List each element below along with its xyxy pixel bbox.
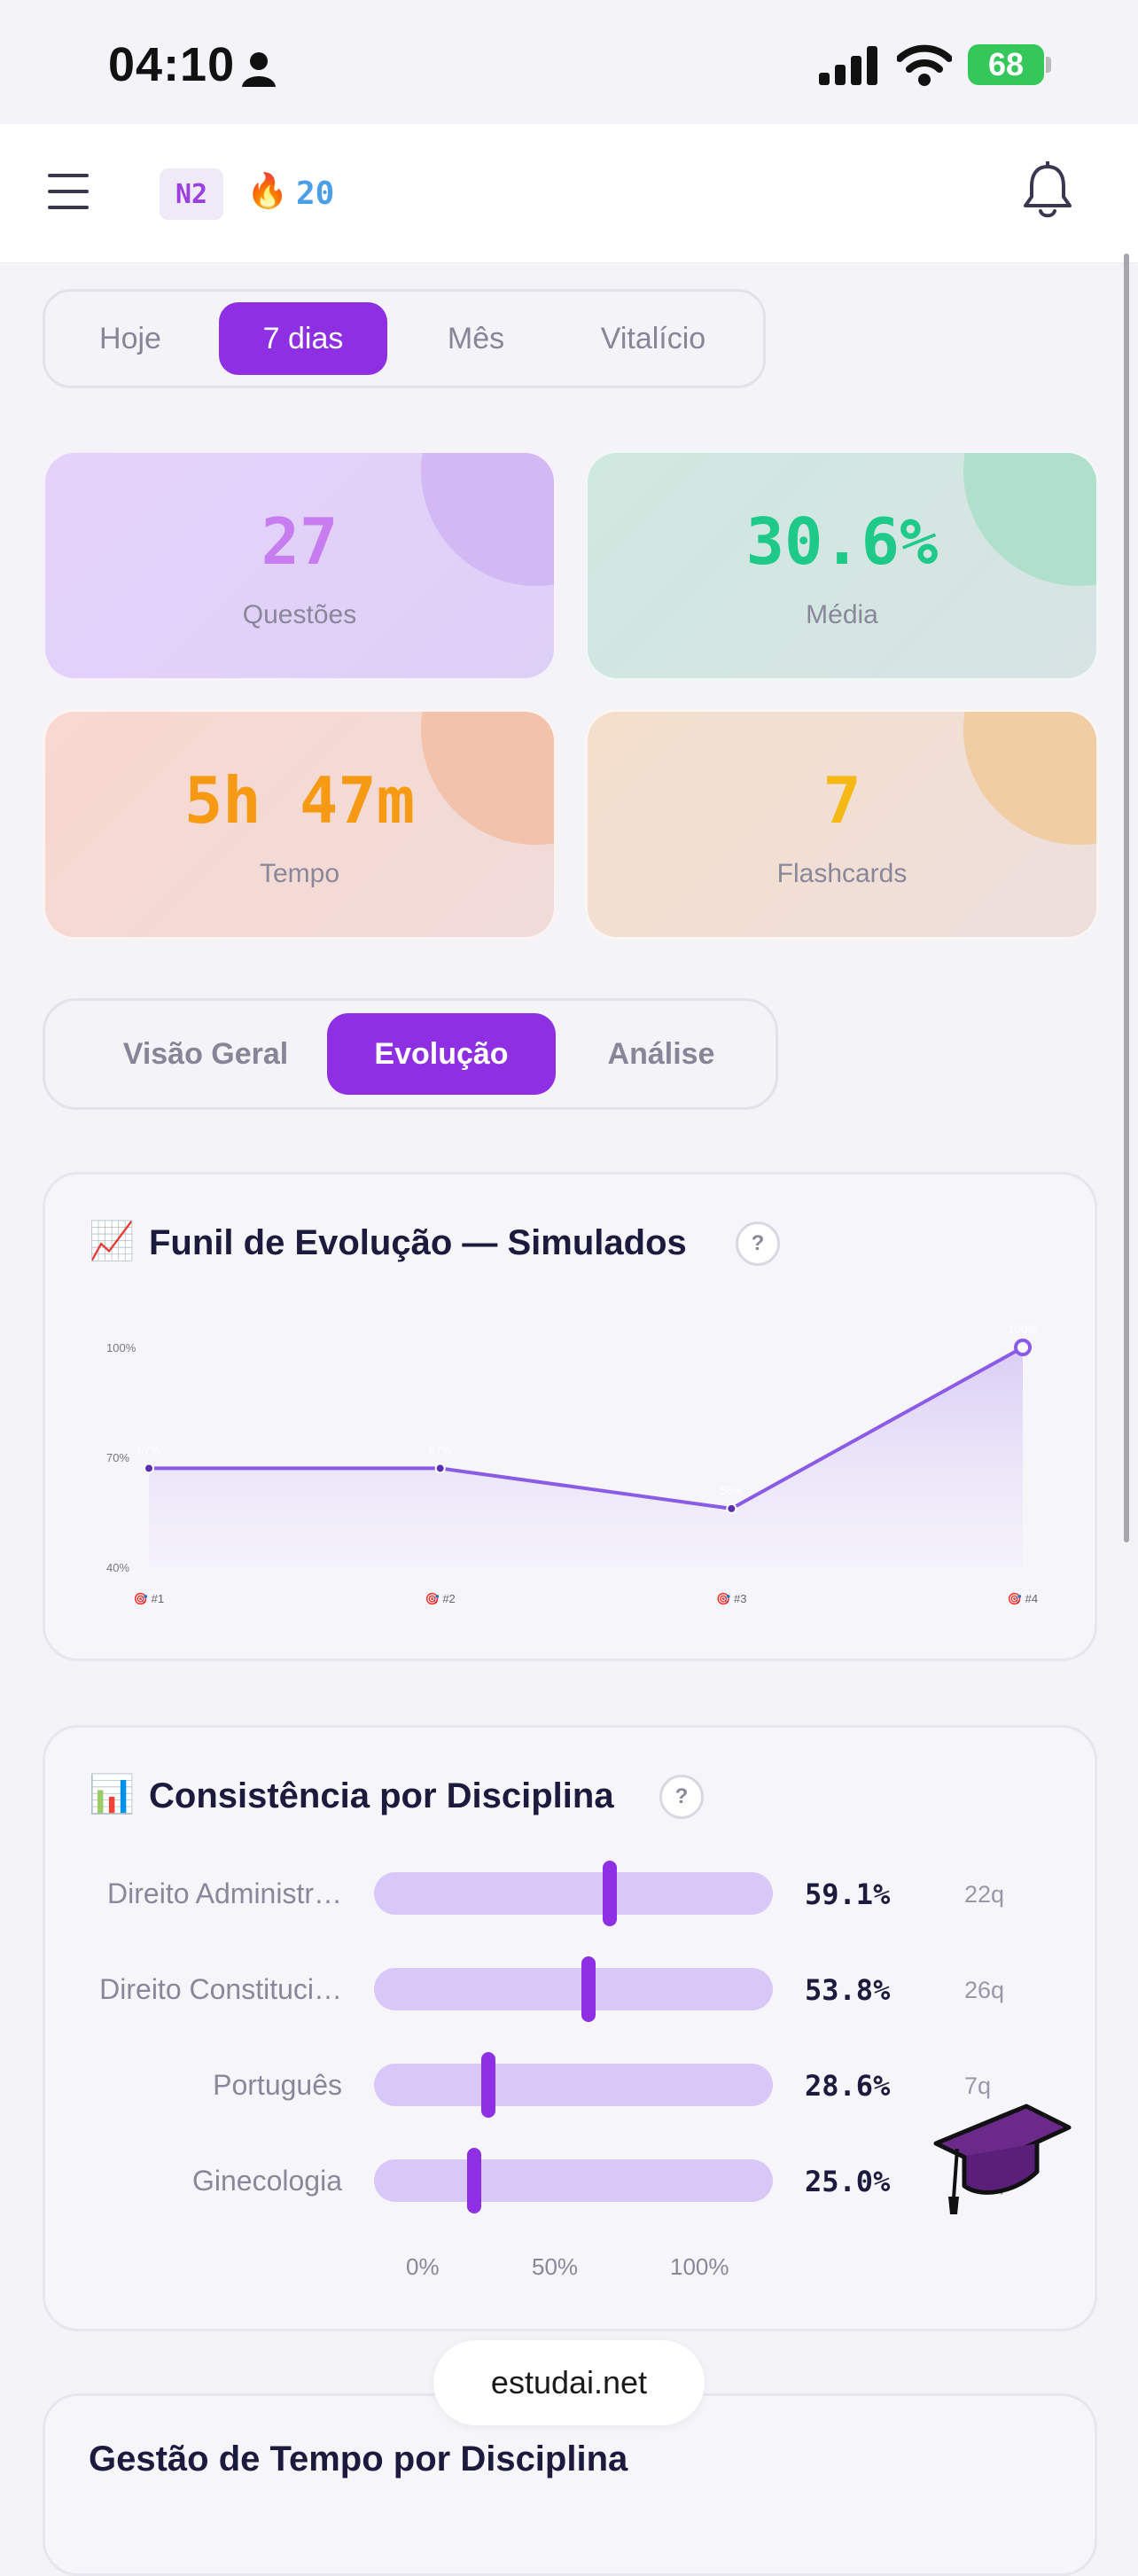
axis-label-50: 50% — [532, 2253, 579, 2280]
y-tick-label: 40% — [106, 1561, 129, 1574]
stat-card-questions: 27 Questões — [43, 450, 557, 681]
bell-icon[interactable] — [1021, 161, 1074, 220]
bar-chart-icon: 📊 — [89, 1773, 136, 1815]
axis-label-100: 100% — [670, 2253, 729, 2280]
consistency-title: Consistência por Disciplina — [149, 1776, 614, 1815]
consistency-percent: 25.0% — [805, 2165, 891, 2198]
discipline-label: Direito Constituci… — [99, 1973, 342, 2005]
data-label: 56% — [720, 1484, 743, 1497]
battery-cap — [1046, 57, 1051, 73]
stat-value: 7 — [822, 763, 861, 838]
stat-label: Média — [806, 600, 878, 629]
discipline-label: Direito Administr… — [107, 1877, 342, 1909]
signal-icon — [819, 46, 877, 85]
data-point — [1014, 1339, 1032, 1356]
question-count: 22q — [964, 1881, 1005, 1908]
chart-up-icon: 📈 — [89, 1220, 136, 1261]
y-tick-label: 70% — [106, 1451, 129, 1464]
tab-analise[interactable]: Análise — [568, 1013, 754, 1095]
status-time: 04:10 — [108, 38, 236, 91]
stat-card-average: 30.6% Média — [585, 450, 1099, 681]
tab-7-dias[interactable]: 7 dias — [219, 302, 387, 375]
person-icon — [242, 52, 276, 87]
stat-label: Questões — [242, 600, 357, 629]
time-management-title: Gestão de Tempo por Disciplina — [89, 2439, 628, 2478]
data-point — [434, 1463, 446, 1474]
consistency-track — [374, 1872, 773, 1915]
evolution-title: Funil de Evolução — Simulados — [149, 1223, 687, 1262]
tab-hoje[interactable]: Hoje — [68, 302, 192, 375]
data-label: 67% — [137, 1443, 160, 1456]
menu-icon[interactable] — [46, 172, 90, 211]
consistency-track — [374, 2064, 773, 2106]
consistency-marker — [603, 1861, 617, 1926]
help-button[interactable]: ? — [659, 1775, 704, 1819]
stat-value: 27 — [261, 504, 339, 579]
y-tick-label: 100% — [106, 1341, 136, 1354]
fire-icon: 🔥 — [246, 173, 289, 210]
help-button[interactable]: ? — [736, 1222, 780, 1266]
wifi-icon — [897, 44, 952, 86]
discipline-label: Ginecologia — [192, 2165, 342, 2197]
stat-label: Flashcards — [776, 859, 908, 888]
x-tick-label: 🎯 #2 — [425, 1592, 456, 1605]
view-selector: Visão Geral Evolução Análise — [43, 998, 778, 1110]
consistency-percent: 53.8% — [805, 1973, 891, 2007]
domain-pill: estudai.net — [433, 2340, 705, 2425]
level-badge: N2 — [160, 168, 223, 220]
consistency-percent: 59.1% — [805, 1877, 891, 1911]
consistency-percent: 28.6% — [805, 2069, 891, 2103]
data-label: 100% — [1008, 1323, 1038, 1336]
scrollbar[interactable] — [1124, 254, 1129, 1542]
stat-card-time: 5h 47m Tempo — [43, 709, 557, 940]
x-tick-label: 🎯 #3 — [716, 1592, 746, 1605]
area-fill — [149, 1347, 1023, 1567]
consistency-marker — [481, 2052, 495, 2118]
stat-card-flashcards: 7 Flashcards — [585, 709, 1099, 940]
consistency-track — [374, 2159, 773, 2202]
data-point — [144, 1463, 154, 1474]
tab-evolucao[interactable]: Evolução — [327, 1013, 556, 1095]
evolution-chart: 100% 70% 40% 67% 🎯 #1 67% 🎯 #2 56% 🎯 #3 100% 🎯 #4 — [106, 1323, 1038, 1605]
battery-indicator: 68 — [968, 44, 1044, 85]
x-tick-label: 🎯 #4 — [1008, 1592, 1038, 1605]
tab-vitalicio[interactable]: Vitalício — [565, 302, 742, 375]
tab-visao-geral[interactable]: Visão Geral — [68, 1013, 343, 1095]
consistency-marker — [581, 1956, 596, 2022]
x-tick-label: 🎯 #1 — [134, 1592, 164, 1605]
graduation-cap-icon — [933, 2104, 1072, 2214]
consistency-marker — [467, 2148, 481, 2213]
stat-value: 5h 47m — [183, 763, 416, 838]
stat-value: 30.6% — [745, 504, 939, 579]
consistency-track — [374, 1968, 773, 2010]
axis-label-0: 0% — [406, 2253, 440, 2280]
tab-mes[interactable]: Mês — [414, 302, 538, 375]
streak-count: 20 — [296, 176, 335, 212]
data-label: 67% — [429, 1443, 452, 1456]
discipline-label: Português — [213, 2069, 342, 2101]
data-point — [726, 1503, 737, 1514]
question-count: 26q — [964, 1977, 1005, 2003]
stat-label: Tempo — [259, 859, 340, 888]
question-count: 7q — [964, 2073, 992, 2099]
period-selector: Hoje 7 dias Mês Vitalício — [43, 289, 766, 388]
